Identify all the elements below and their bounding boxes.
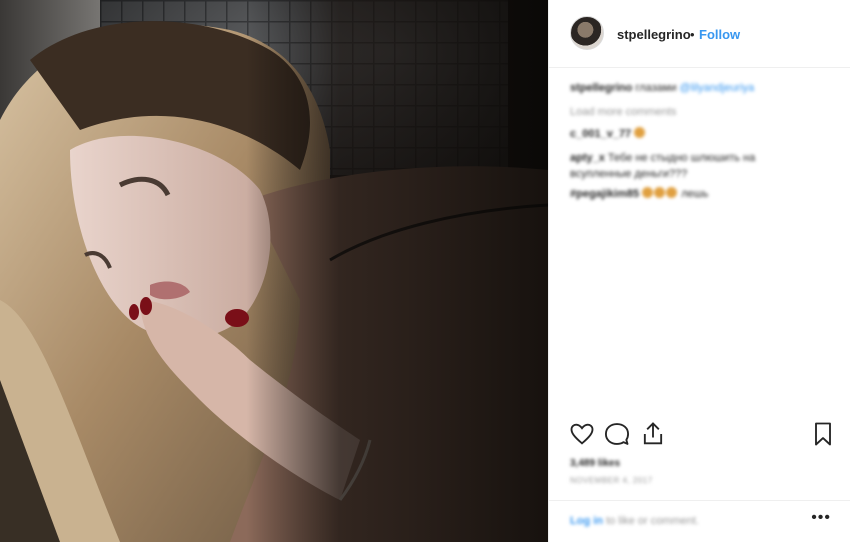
login-text: to like or comment.: [606, 515, 699, 527]
avatar[interactable]: [570, 16, 604, 50]
emoji-icon: [654, 187, 666, 198]
emoji-icon: [634, 127, 646, 138]
comment-text: Тебе не стыдно шлюшить на: [607, 152, 756, 164]
author-username[interactable]: stpellegrino: [617, 27, 691, 42]
comment-item: #pegajikim85 лешь: [570, 186, 708, 202]
like-button[interactable]: [568, 420, 596, 448]
save-button[interactable]: [809, 420, 837, 448]
caption-username[interactable]: stpellegrino: [570, 82, 632, 94]
share-button[interactable]: [639, 420, 667, 448]
emoji-icon: [642, 187, 654, 198]
post-header: stpellegrino • Follow: [549, 0, 850, 68]
photo-figure: [0, 0, 548, 542]
share-icon: [643, 422, 663, 445]
comment-footer: Log in to like or comment. •••: [549, 500, 850, 542]
comment-text: лешь: [681, 188, 709, 200]
load-more-comments[interactable]: Load more comments: [570, 104, 676, 120]
comment-username[interactable]: apty_x: [570, 152, 605, 164]
heart-icon: [570, 423, 594, 445]
post-sidebar: stpellegrino • Follow stpellegrino глаза…: [548, 0, 850, 542]
more-options-icon[interactable]: •••: [811, 509, 831, 527]
likes-count[interactable]: 3,489 likes: [570, 458, 620, 469]
login-prompt: Log in to like or comment.: [570, 515, 699, 527]
follow-button[interactable]: Follow: [699, 27, 740, 42]
separator-dot: •: [690, 27, 695, 42]
emoji-icon: [666, 187, 678, 198]
comment-button[interactable]: [603, 420, 631, 448]
login-link[interactable]: Log in: [570, 515, 603, 527]
caption-mention[interactable]: @lilyandjeuriya: [680, 82, 755, 94]
caption: stpellegrino глазами @lilyandjeuriya: [570, 80, 754, 96]
comment-icon: [604, 423, 630, 445]
bookmark-icon: [815, 422, 831, 446]
comment-item: c_001_v_77: [570, 126, 646, 142]
post-photo[interactable]: [0, 0, 548, 542]
comment-username[interactable]: #pegajikim85: [570, 188, 639, 200]
comment-item: apty_x Тебе не стыдно шлюшить на: [570, 150, 755, 166]
post-date: NOVEMBER 4, 2017: [570, 476, 653, 485]
caption-text: глазами: [635, 82, 677, 94]
action-bar: [549, 420, 850, 450]
comment-text-continued: всупленные деньги???: [570, 168, 688, 180]
comment-username[interactable]: c_001_v_77: [570, 128, 631, 140]
